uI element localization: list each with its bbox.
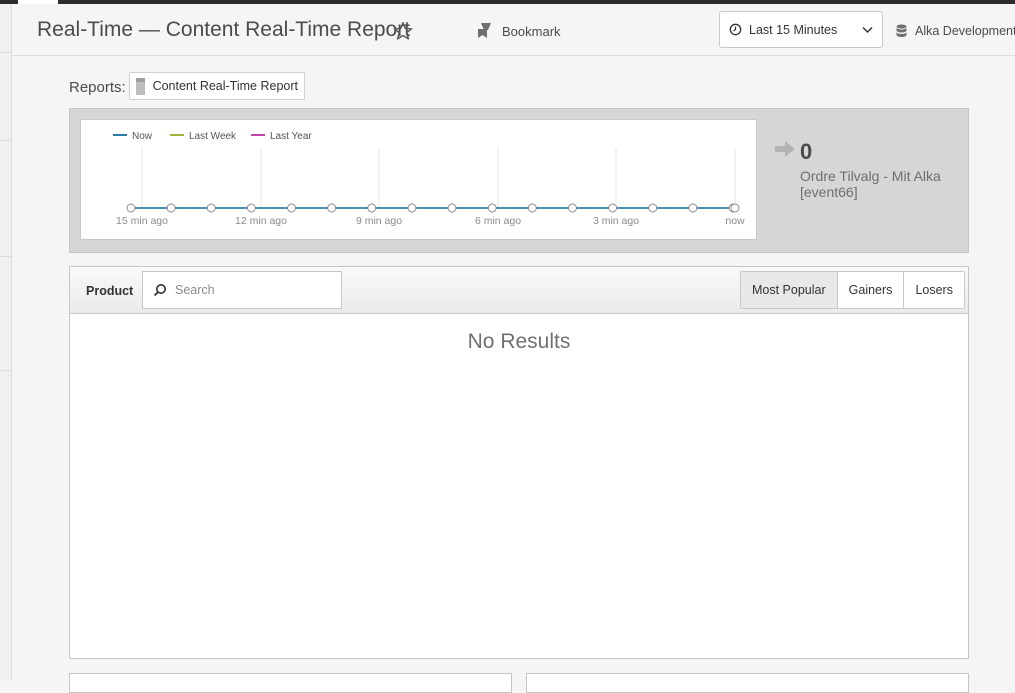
chart-panel: Now Last Week Last Year 15 min ago 12 min ag… [69,108,969,253]
data-point [327,203,337,213]
rail-divider [0,256,12,257]
time-range-value: Last 15 Minutes [749,22,838,37]
arrow-right-icon [775,141,795,157]
x-tick-label: 15 min ago [116,215,168,227]
data-point [166,203,176,213]
metric-name: Ordre Tilvalg - Mit Alka [event66] [800,168,941,200]
x-tick-label: 6 min ago [475,215,521,227]
data-point [608,203,618,213]
ranking-toggle: Most Popular Gainers Losers [740,271,965,309]
x-tick-label: 3 min ago [593,215,639,227]
bottom-panel-left [69,673,512,693]
data-point [246,203,256,213]
table-toolbar: Product Most Popular Gainers Losers [70,267,968,314]
data-point [126,203,136,213]
report-selector[interactable]: Content Real-Time Report [129,72,305,100]
data-point [487,203,497,213]
tab-gainers[interactable]: Gainers [836,272,904,308]
page-title: Real-Time — Content Real-Time Report [37,18,411,41]
now-marker [730,203,740,213]
chevron-down-icon [862,26,873,33]
tab-most-popular[interactable]: Most Popular [741,272,837,308]
tab-losers[interactable]: Losers [903,272,964,308]
data-point [367,203,377,213]
x-tick-label: now [725,215,745,227]
database-icon [896,24,907,37]
search-icon [153,284,166,297]
report-suite-name: Alka Development [915,24,1015,38]
data-point [447,203,457,213]
report-icon [136,77,145,95]
legend-label: Last Week [189,131,237,142]
chart-svg: Now Last Week Last Year 15 min ago 12 min ag… [113,131,745,227]
data-point [688,203,698,213]
realtime-chart: Now Last Week Last Year 15 min ago 12 min ag… [80,119,757,240]
ranked-table-panel: Product Most Popular Gainers Losers No R… [69,266,969,659]
clock-icon [729,23,742,36]
search-input[interactable] [175,283,325,297]
bookmark-button[interactable]: Bookmark [474,20,561,42]
x-tick-label: 9 min ago [356,215,402,227]
bottom-panel-right [526,673,969,693]
data-point [527,203,537,213]
star-icon[interactable] [392,20,414,42]
rail-divider [0,52,12,53]
bookmark-icon [478,23,491,38]
metric-value: 0 [800,139,813,164]
reports-label: Reports: [69,79,126,96]
time-range-dropdown[interactable]: Last 15 Minutes [719,11,883,48]
rail-divider [0,140,12,141]
report-name: Content Real-Time Report [152,79,298,93]
search-box [142,271,342,309]
data-point [407,203,417,213]
data-point [287,203,297,213]
data-point [567,203,577,213]
report-suite-selector[interactable]: Alka Development [896,22,1015,40]
bookmark-label: Bookmark [502,23,561,39]
data-point [206,203,216,213]
empty-state-text: No Results [467,330,571,353]
x-tick-label: 12 min ago [235,215,287,227]
left-rail [0,4,12,679]
data-point [648,203,658,213]
page-header: Real-Time — Content Real-Time Report Boo… [12,4,1015,56]
legend-label: Now [132,131,153,142]
legend-label: Last Year [270,131,312,142]
rail-divider [0,370,12,371]
dimension-label: Product [86,284,134,298]
